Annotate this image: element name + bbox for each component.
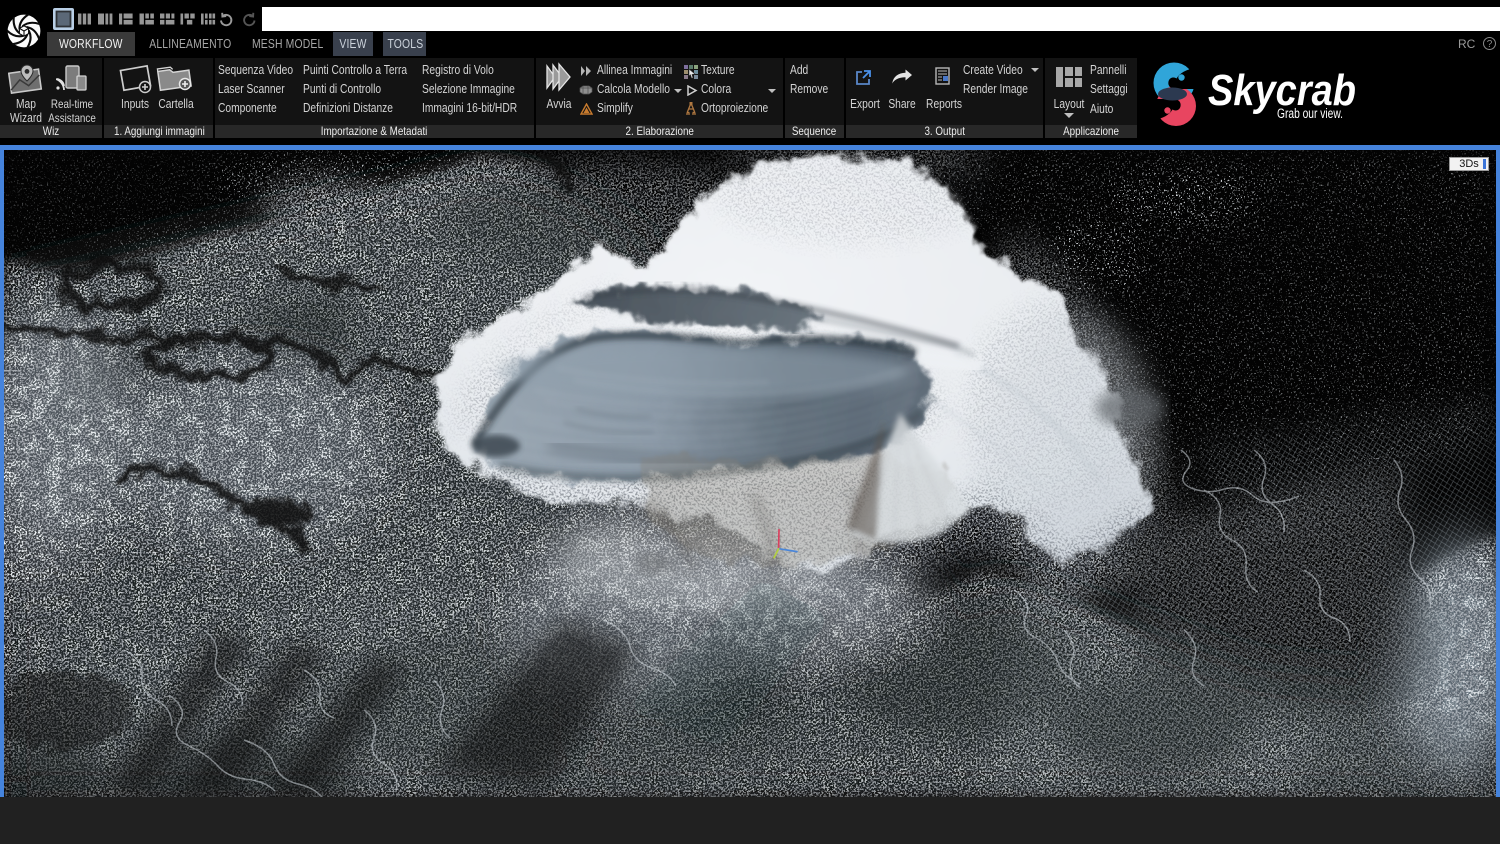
svg-text:Grab our view.: Grab our view. xyxy=(1277,106,1343,121)
